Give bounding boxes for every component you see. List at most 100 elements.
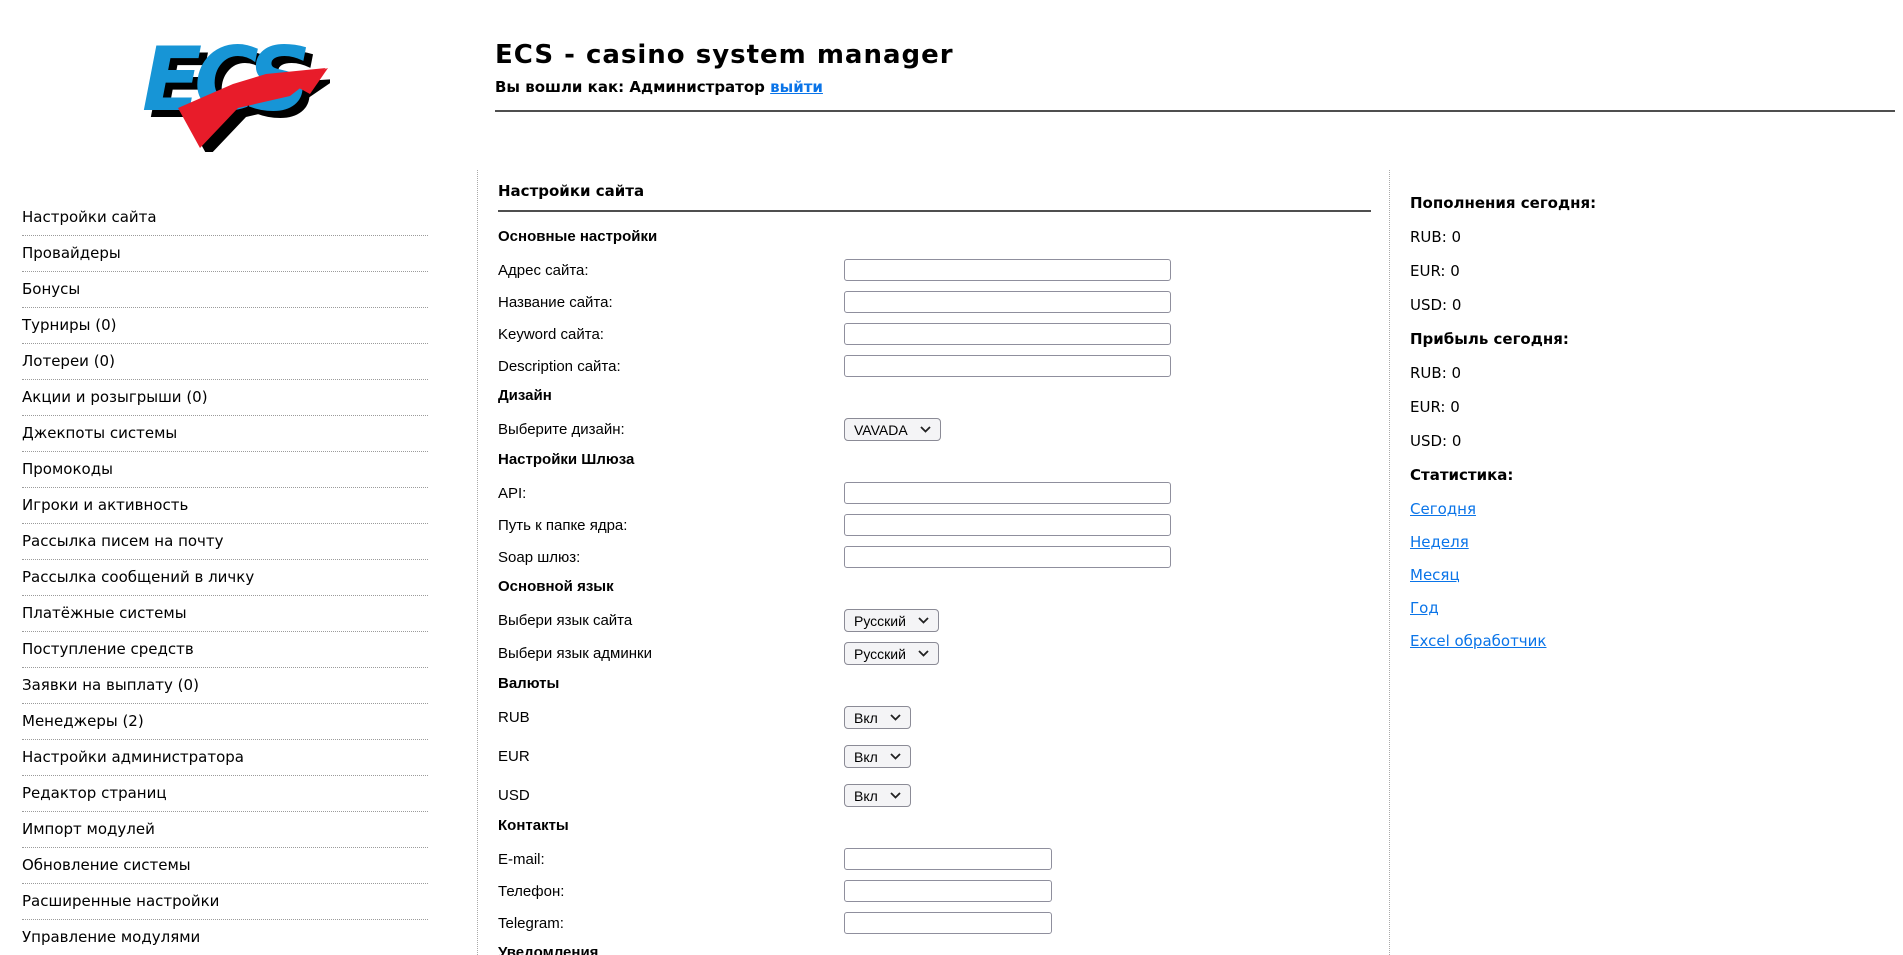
sidebar-item[interactable]: Рассылка писем на почту <box>22 524 428 560</box>
form-row: Название сайта: <box>498 291 1371 313</box>
sidebar-item[interactable]: Провайдеры <box>22 236 428 272</box>
field-label: Адрес сайта: <box>498 261 589 279</box>
stats-value: RUB: 0 <box>1410 364 1462 382</box>
sidebar-item[interactable]: Управление модулями <box>22 920 428 955</box>
sidebar-item[interactable]: Настройки администратора <box>22 740 428 776</box>
form-row: Выбери язык сайта Русский <box>498 609 1371 632</box>
form-section-language: Основной язык <box>498 578 614 595</box>
sidebar-item[interactable]: Промокоды <box>22 452 428 488</box>
chevron-down-icon <box>890 792 901 799</box>
sidebar-item[interactable]: Импорт модулей <box>22 812 428 848</box>
logout-link[interactable]: выйти <box>770 78 823 96</box>
field-label: Keyword сайта: <box>498 325 604 343</box>
header: ECS ECS ECS - casino system manager Вы в… <box>0 0 1903 170</box>
sidebar-item-label: Настройки сайта <box>22 208 157 226</box>
stats-link[interactable]: Неделя <box>1410 533 1469 551</box>
form-row: Телефон: <box>498 880 1371 902</box>
stats-value: EUR: 0 <box>1410 262 1460 280</box>
field-label: EUR <box>498 748 530 765</box>
form-row: Description сайта: <box>498 355 1371 377</box>
sidebar-item[interactable]: Обновление системы <box>22 848 428 884</box>
form-row: Выбери язык админки Русский <box>498 642 1371 665</box>
form-row: EUR Вкл <box>498 745 1371 768</box>
design-select[interactable]: VAVADA <box>844 418 941 441</box>
sidebar-item[interactable]: Джекпоты системы <box>22 416 428 452</box>
site-language-select[interactable]: Русский <box>844 609 939 632</box>
sidebar-item[interactable]: Настройки сайта <box>22 200 428 236</box>
sidebar: Настройки сайта Провайдеры Бонусы Турнир… <box>0 170 477 955</box>
field-label: USD <box>498 787 530 804</box>
sidebar-item[interactable]: Акции и розыгрыши (0) <box>22 380 428 416</box>
form-row: Keyword сайта: <box>498 323 1371 345</box>
site-description-input[interactable] <box>844 355 1171 377</box>
stats-section-header: Статистика: <box>1410 466 1514 484</box>
field-label: Выбери язык админки <box>498 645 652 662</box>
field-label: Выберите дизайн: <box>498 421 625 438</box>
sidebar-item[interactable]: Редактор страниц <box>22 776 428 812</box>
site-keyword-input[interactable] <box>844 323 1171 345</box>
core-folder-path-input[interactable] <box>844 514 1171 536</box>
login-label: Вы вошли как: Администратор <box>495 78 765 96</box>
sidebar-item-label: Обновление системы <box>22 856 191 874</box>
sidebar-item-label: Управление модулями <box>22 928 201 946</box>
telegram-input[interactable] <box>844 912 1052 934</box>
sidebar-item[interactable]: Рассылка сообщений в личку <box>22 560 428 596</box>
chevron-down-icon <box>890 753 901 760</box>
email-input[interactable] <box>844 848 1052 870</box>
eur-select[interactable]: Вкл <box>844 745 911 768</box>
stats-value: USD: 0 <box>1410 432 1462 450</box>
soap-gateway-input[interactable] <box>844 546 1171 568</box>
form-row: API: <box>498 482 1371 504</box>
chevron-down-icon <box>918 617 929 624</box>
select-value: Русский <box>854 645 906 662</box>
sidebar-item-label: Редактор страниц <box>22 784 167 802</box>
sidebar-item[interactable]: Менеджеры (2) <box>22 704 428 740</box>
sidebar-item[interactable]: Лотереи (0) <box>22 344 428 380</box>
sidebar-item[interactable]: Поступление средств <box>22 632 428 668</box>
site-address-input[interactable] <box>844 259 1171 281</box>
stats-section-header: Пополнения сегодня: <box>1410 194 1597 212</box>
sidebar-item[interactable]: Заявки на выплату (0) <box>22 668 428 704</box>
select-value: Вкл <box>854 709 878 726</box>
api-input[interactable] <box>844 482 1171 504</box>
sidebar-item[interactable]: Турниры (0) <box>22 308 428 344</box>
stats-section-header: Прибыль сегодня: <box>1410 330 1569 348</box>
stats-link[interactable]: Сегодня <box>1410 500 1476 518</box>
sidebar-item-label: Рассылка писем на почту <box>22 532 224 550</box>
form-row: RUB Вкл <box>498 706 1371 729</box>
stats-link[interactable]: Excel обработчик <box>1410 632 1546 650</box>
sidebar-menu: Настройки сайта Провайдеры Бонусы Турнир… <box>22 200 428 955</box>
field-label: Description сайта: <box>498 357 621 375</box>
sidebar-item-label: Джекпоты системы <box>22 424 178 442</box>
sidebar-item-label: Настройки администратора <box>22 748 244 766</box>
sidebar-item[interactable]: Платёжные системы <box>22 596 428 632</box>
sidebar-item-label: Поступление средств <box>22 640 194 658</box>
sidebar-item[interactable]: Расширенные настройки <box>22 884 428 920</box>
login-status: Вы вошли как: Администратор выйти <box>495 78 1895 112</box>
stats-link[interactable]: Месяц <box>1410 566 1460 584</box>
form-section-currencies: Валюты <box>498 675 560 692</box>
form-section-gateway: Настройки Шлюза <box>498 451 635 468</box>
site-name-input[interactable] <box>844 291 1171 313</box>
stats-link[interactable]: Год <box>1410 599 1439 617</box>
admin-language-select[interactable]: Русский <box>844 642 939 665</box>
sidebar-item[interactable]: Бонусы <box>22 272 428 308</box>
field-label: RUB <box>498 709 530 726</box>
phone-input[interactable] <box>844 880 1052 902</box>
stats-panel: Пополнения сегодня: RUB: 0 EUR: 0 USD: 0 При… <box>1390 170 1903 955</box>
sidebar-item[interactable]: Игроки и активность <box>22 488 428 524</box>
ecs-logo: ECS ECS <box>142 28 330 152</box>
panel-title: Настройки сайта <box>498 182 1371 212</box>
field-label: API: <box>498 484 527 502</box>
select-value: Вкл <box>854 787 878 804</box>
chevron-down-icon <box>920 426 931 433</box>
form-section-general: Основные настройки <box>498 228 658 245</box>
main-panel: Настройки сайта Основные настройки Адрес… <box>477 170 1390 955</box>
sidebar-item-label: Игроки и активность <box>22 496 189 514</box>
settings-form: Основные настройки Адрес сайта: Название… <box>498 228 1371 955</box>
usd-select[interactable]: Вкл <box>844 784 911 807</box>
app-title: ECS - casino system manager <box>495 40 954 70</box>
sidebar-item-label: Лотереи (0) <box>22 352 115 370</box>
rub-select[interactable]: Вкл <box>844 706 911 729</box>
sidebar-item-label: Рассылка сообщений в личку <box>22 568 255 586</box>
